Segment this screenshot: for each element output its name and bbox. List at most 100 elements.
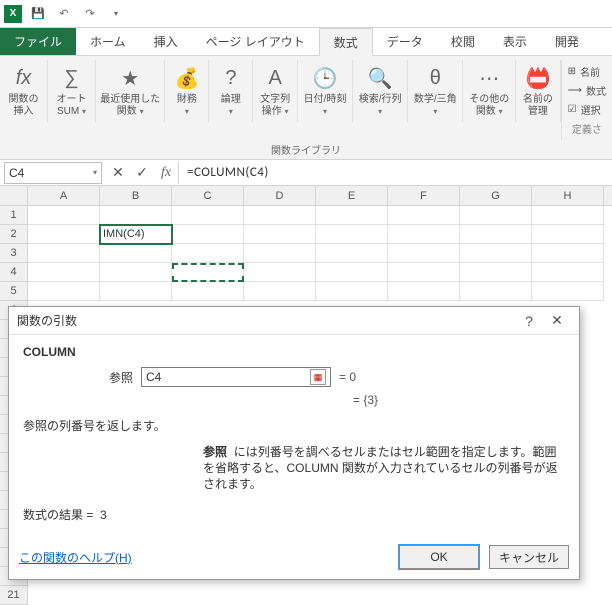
insert-function-icon[interactable]: fx xyxy=(154,162,178,184)
group-autosum: ∑ オートSUM ▾ xyxy=(48,60,96,122)
cell-E2[interactable] xyxy=(316,225,388,244)
cell-G5[interactable] xyxy=(460,282,532,301)
cell-F5[interactable] xyxy=(388,282,460,301)
dialog-titlebar[interactable]: 関数の引数 ? ✕ xyxy=(9,307,579,335)
cell-B1[interactable] xyxy=(100,206,172,225)
create-from-selection-button[interactable]: ☑ 選択 xyxy=(568,102,606,117)
col-header-B[interactable]: B xyxy=(100,186,172,205)
col-header-G[interactable]: G xyxy=(460,186,532,205)
cell-H1[interactable] xyxy=(532,206,604,225)
cell-F4[interactable] xyxy=(388,263,460,282)
cell-E5[interactable] xyxy=(316,282,388,301)
name-box[interactable]: C4 ▾ xyxy=(4,162,102,184)
function-help-link[interactable]: この関数のヘルプ(H) xyxy=(19,549,132,566)
row-header-5[interactable]: 5 xyxy=(0,282,28,301)
col-header-H[interactable]: H xyxy=(532,186,604,205)
cell-A5[interactable] xyxy=(28,282,100,301)
save-icon[interactable]: 💾 xyxy=(28,4,48,24)
group-insert-function: fx 関数の挿入 xyxy=(0,60,48,122)
cell-G4[interactable] xyxy=(460,263,532,282)
cell-H3[interactable] xyxy=(532,244,604,263)
cell-D3[interactable] xyxy=(244,244,316,263)
define-name-button[interactable]: ⊞ 名前 xyxy=(568,64,606,79)
cell-A2[interactable] xyxy=(28,225,100,244)
lookup-icon: 🔍 xyxy=(366,64,394,92)
undo-icon[interactable]: ↶ xyxy=(54,4,74,24)
cell-E4[interactable] xyxy=(316,263,388,282)
cell-D5[interactable] xyxy=(244,282,316,301)
redo-icon[interactable]: ↷ xyxy=(80,4,100,24)
financial-button[interactable]: 💰 財務▾ xyxy=(169,62,205,120)
qat-more-icon[interactable]: ▾ xyxy=(106,4,126,24)
cell-D4[interactable] xyxy=(244,263,316,282)
ok-button[interactable]: OK xyxy=(399,545,479,569)
tab-insert[interactable]: 挿入 xyxy=(140,28,192,55)
name-box-dropdown-icon[interactable]: ▾ xyxy=(93,168,97,177)
cell-A4[interactable] xyxy=(28,263,100,282)
tab-view[interactable]: 表示 xyxy=(489,28,541,55)
tab-developer[interactable]: 開発 xyxy=(541,28,593,55)
cell-C3[interactable] xyxy=(172,244,244,263)
tab-file[interactable]: ファイル xyxy=(0,28,76,55)
row-header-2[interactable]: 2 xyxy=(0,225,28,244)
col-header-C[interactable]: C xyxy=(172,186,244,205)
col-header-A[interactable]: A xyxy=(28,186,100,205)
row-header-21[interactable]: 21 xyxy=(0,586,28,605)
cancel-edit-button[interactable]: ✕ xyxy=(106,162,130,184)
cell-D1[interactable] xyxy=(244,206,316,225)
autosum-button[interactable]: ∑ オートSUM ▾ xyxy=(53,62,91,120)
cell-B2[interactable]: IMN(C4) xyxy=(100,225,172,244)
cell-H2[interactable] xyxy=(532,225,604,244)
math-button[interactable]: θ 数学/三角▾ xyxy=(410,62,461,120)
cell-E3[interactable] xyxy=(316,244,388,263)
use-in-formula-button[interactable]: ⟶ 数式 xyxy=(568,83,606,98)
cell-C4[interactable] xyxy=(172,263,244,282)
cell-C5[interactable] xyxy=(172,282,244,301)
dialog-help-icon[interactable]: ? xyxy=(515,313,543,329)
cell-H5[interactable] xyxy=(532,282,604,301)
select-all-corner[interactable] xyxy=(0,186,28,205)
cell-B4[interactable] xyxy=(100,263,172,282)
cell-F3[interactable] xyxy=(388,244,460,263)
recent-functions-button[interactable]: ★ 最近使用した関数 ▾ xyxy=(96,62,164,120)
cell-D2[interactable] xyxy=(244,225,316,244)
col-header-E[interactable]: E xyxy=(316,186,388,205)
tab-formulas[interactable]: 数式 xyxy=(319,28,373,56)
col-header-F[interactable]: F xyxy=(388,186,460,205)
cell-B3[interactable] xyxy=(100,244,172,263)
tab-review[interactable]: 校閲 xyxy=(437,28,489,55)
col-header-D[interactable]: D xyxy=(244,186,316,205)
cell-A3[interactable] xyxy=(28,244,100,263)
name-manager-button[interactable]: 📛 名前の管理 xyxy=(519,62,557,120)
text-button[interactable]: A 文字列操作 ▾ xyxy=(256,62,294,120)
cell-G1[interactable] xyxy=(460,206,532,225)
formula-input[interactable]: =COLUMN(C4) xyxy=(178,162,612,184)
confirm-edit-button[interactable]: ✓ xyxy=(130,162,154,184)
tab-data[interactable]: データ xyxy=(373,28,437,55)
tab-home[interactable]: ホーム xyxy=(76,28,140,55)
cell-A1[interactable] xyxy=(28,206,100,225)
row-header-1[interactable]: 1 xyxy=(0,206,28,225)
refedit-icon[interactable]: ▦ xyxy=(310,369,326,385)
cell-B5[interactable] xyxy=(100,282,172,301)
dialog-close-icon[interactable]: ✕ xyxy=(543,312,571,329)
cell-F1[interactable] xyxy=(388,206,460,225)
argument-input[interactable]: C4 ▦ xyxy=(141,367,331,387)
cell-G2[interactable] xyxy=(460,225,532,244)
cell-C2[interactable] xyxy=(172,225,244,244)
insert-function-button[interactable]: fx 関数の挿入 xyxy=(5,62,43,120)
cell-E1[interactable] xyxy=(316,206,388,225)
lookup-button[interactable]: 🔍 検索/行列▾ xyxy=(355,62,406,120)
cell-C1[interactable] xyxy=(172,206,244,225)
cell-G3[interactable] xyxy=(460,244,532,263)
row-header-3[interactable]: 3 xyxy=(0,244,28,263)
tab-page-layout[interactable]: ページ レイアウト xyxy=(192,28,319,55)
logical-button[interactable]: ? 論理▾ xyxy=(213,62,249,120)
row-header-4[interactable]: 4 xyxy=(0,263,28,282)
datetime-button[interactable]: 🕒 日付/時刻▾ xyxy=(300,62,351,120)
cell-H4[interactable] xyxy=(532,263,604,282)
more-functions-button[interactable]: ⋯ その他の関数 ▾ xyxy=(465,62,513,120)
cell-F2[interactable] xyxy=(388,225,460,244)
formula-result-label: 数式の結果 = xyxy=(23,508,93,522)
cancel-button[interactable]: キャンセル xyxy=(489,545,569,569)
